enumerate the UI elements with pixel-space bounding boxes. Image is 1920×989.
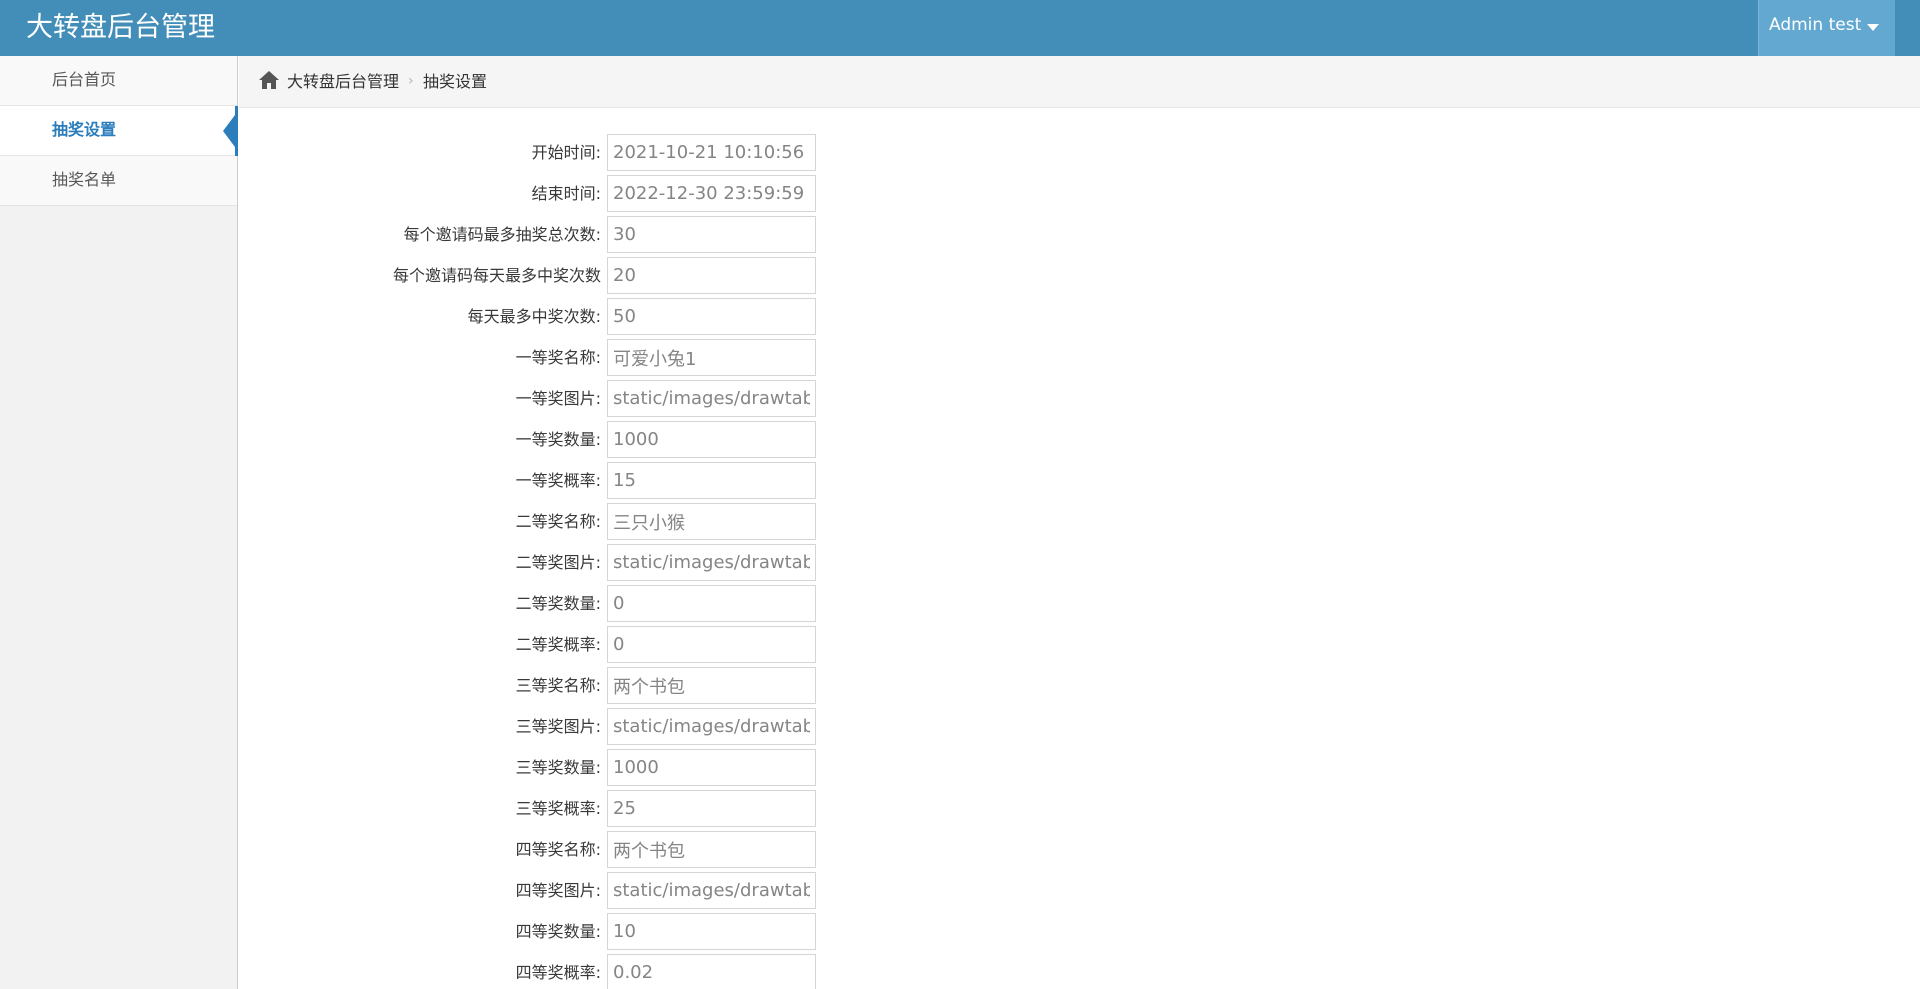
top-navbar: 大转盘后台管理 Admin test	[0, 0, 1920, 56]
prize1-name-label: 一等奖名称:	[515, 348, 601, 367]
prize4-name-input[interactable]	[607, 831, 816, 868]
prize3-name-label: 三等奖名称:	[515, 676, 601, 695]
prize1-image-label: 一等奖图片:	[515, 389, 601, 408]
prize3-name-input[interactable]	[607, 667, 816, 704]
prize3-image-input[interactable]	[607, 708, 816, 745]
form-row-prize4-name: 四等奖名称:	[239, 831, 839, 868]
form-row-prize3-image: 三等奖图片:	[239, 708, 839, 745]
prize2-probability-label: 二等奖概率:	[515, 635, 601, 654]
app-title[interactable]: 大转盘后台管理	[26, 0, 215, 56]
form-row-prize1-name: 一等奖名称:	[239, 339, 839, 376]
prize1-probability-label: 一等奖概率:	[515, 471, 601, 490]
start-time-input[interactable]	[607, 134, 816, 171]
form-row-end-time: 结束时间:	[239, 175, 839, 212]
form-row-prize4-quantity: 四等奖数量:	[239, 913, 839, 950]
prize1-quantity-input[interactable]	[607, 421, 816, 458]
prize2-image-input[interactable]	[607, 544, 816, 581]
form-row-prize3-probability: 三等奖概率:	[239, 790, 839, 827]
breadcrumb-current: 抽奖设置	[423, 72, 488, 91]
form-row-prize1-probability: 一等奖概率:	[239, 462, 839, 499]
form-row-prize3-name: 三等奖名称:	[239, 667, 839, 704]
user-name: Admin test	[1769, 15, 1862, 35]
form-row-max-total-draws: 每个邀请码最多抽奖总次数:	[239, 216, 839, 253]
form-row-prize2-quantity: 二等奖数量:	[239, 585, 839, 622]
max-daily-wins-label: 每天最多中奖次数:	[467, 307, 601, 326]
prize4-name-label: 四等奖名称:	[515, 840, 601, 859]
sidebar-item-home[interactable]: 后台首页	[0, 56, 237, 106]
breadcrumb-link-home[interactable]: 大转盘后台管理	[287, 56, 399, 108]
max-daily-wins-per-code-label: 每个邀请码每天最多中奖次数	[392, 266, 601, 285]
form-row-prize2-probability: 二等奖概率:	[239, 626, 839, 663]
sidebar-item-label: 抽奖设置	[52, 120, 117, 139]
prize3-probability-label: 三等奖概率:	[515, 799, 601, 818]
prize4-quantity-label: 四等奖数量:	[515, 922, 601, 941]
breadcrumb: 大转盘后台管理 › 抽奖设置	[239, 56, 1920, 108]
max-daily-wins-input[interactable]	[607, 298, 816, 335]
form-row-prize2-name: 二等奖名称:	[239, 503, 839, 540]
prize2-name-input[interactable]	[607, 503, 816, 540]
prize2-image-label: 二等奖图片:	[515, 553, 601, 572]
prize2-quantity-label: 二等奖数量:	[515, 594, 601, 613]
sidebar-item-lottery-list[interactable]: 抽奖名单	[0, 156, 237, 206]
prize3-probability-input[interactable]	[607, 790, 816, 827]
form-row-prize4-probability: 四等奖概率:	[239, 954, 839, 989]
prize3-image-label: 三等奖图片:	[515, 717, 601, 736]
form-row-prize1-quantity: 一等奖数量:	[239, 421, 839, 458]
form-row-prize2-image: 二等奖图片:	[239, 544, 839, 581]
form-row-max-daily-wins: 每天最多中奖次数:	[239, 298, 839, 335]
caret-down-icon	[1867, 24, 1879, 31]
lottery-settings-form: 开始时间: 结束时间: 每个邀请码最多抽奖总次数: 每个邀请码每天最多中奖次数 …	[239, 109, 1920, 989]
max-total-draws-input[interactable]	[607, 216, 816, 253]
form-row-prize1-image: 一等奖图片:	[239, 380, 839, 417]
form-row-prize4-image: 四等奖图片:	[239, 872, 839, 909]
prize4-image-label: 四等奖图片:	[515, 881, 601, 900]
sidebar-item-label: 后台首页	[52, 70, 117, 89]
sidebar-item-label: 抽奖名单	[52, 170, 117, 189]
prize2-name-label: 二等奖名称:	[515, 512, 601, 531]
home-icon[interactable]	[258, 70, 280, 90]
form-row-start-time: 开始时间:	[239, 134, 839, 171]
active-pointer-icon	[223, 115, 235, 147]
prize2-quantity-input[interactable]	[607, 585, 816, 622]
prize4-quantity-input[interactable]	[607, 913, 816, 950]
start-time-label: 开始时间:	[531, 143, 601, 162]
form-row-prize3-quantity: 三等奖数量:	[239, 749, 839, 786]
prize2-probability-input[interactable]	[607, 626, 816, 663]
prize1-probability-input[interactable]	[607, 462, 816, 499]
prize4-image-input[interactable]	[607, 872, 816, 909]
prize3-quantity-label: 三等奖数量:	[515, 758, 601, 777]
prize4-probability-input[interactable]	[607, 954, 816, 989]
prize4-probability-label: 四等奖概率:	[515, 963, 601, 982]
max-total-draws-label: 每个邀请码最多抽奖总次数:	[403, 225, 601, 244]
prize1-image-input[interactable]	[607, 380, 816, 417]
form-row-max-daily-wins-per-code: 每个邀请码每天最多中奖次数	[239, 257, 839, 294]
prize1-quantity-label: 一等奖数量:	[515, 430, 601, 449]
sidebar-item-lottery-settings[interactable]: 抽奖设置	[0, 106, 238, 156]
max-daily-wins-per-code-input[interactable]	[607, 257, 816, 294]
prize3-quantity-input[interactable]	[607, 749, 816, 786]
breadcrumb-separator: ›	[408, 73, 414, 89]
sidebar: 后台首页 抽奖设置 抽奖名单	[0, 56, 238, 989]
end-time-label: 结束时间:	[531, 184, 601, 203]
user-menu-button[interactable]: Admin test	[1758, 0, 1895, 56]
end-time-input[interactable]	[607, 175, 816, 212]
prize1-name-input[interactable]	[607, 339, 816, 376]
